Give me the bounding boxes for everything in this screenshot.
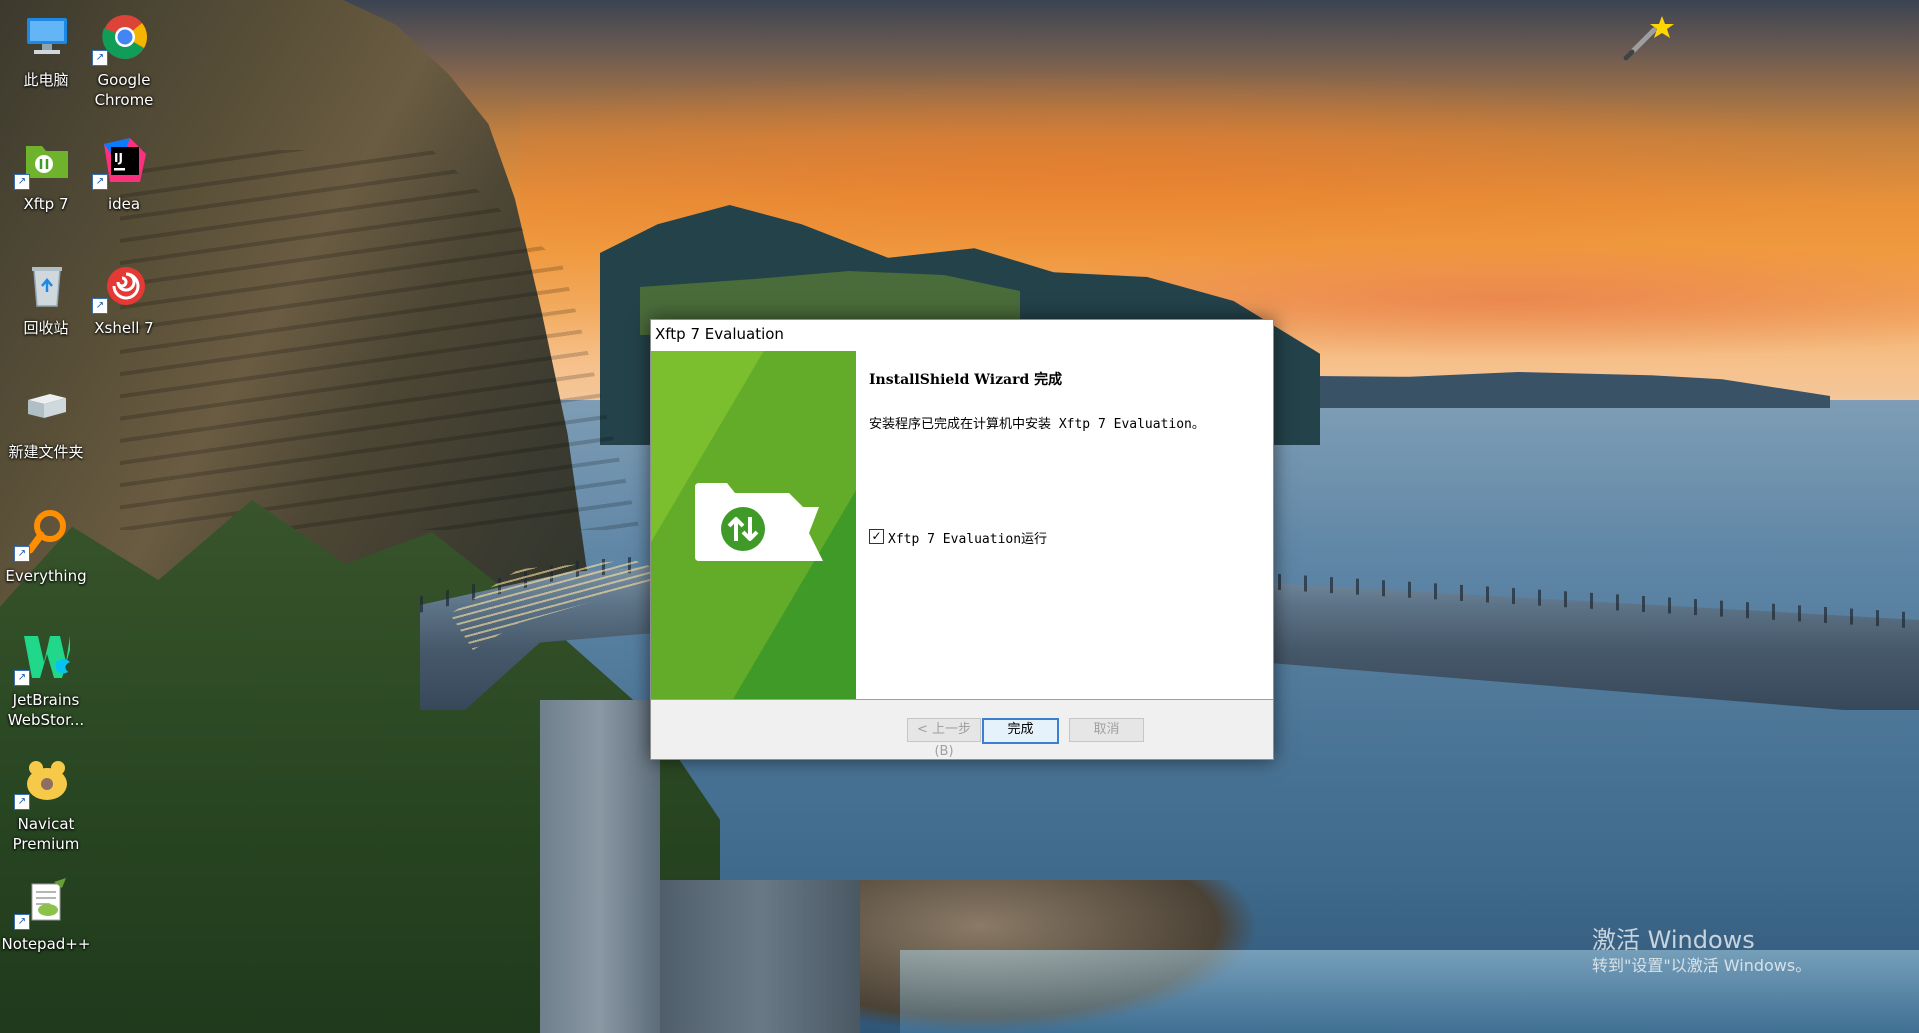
desktop-icon-navicat[interactable]: ↗ Navicat Premium: [0, 750, 92, 860]
desktop-icon-idea[interactable]: IJ ↗ idea: [78, 130, 170, 240]
dialog-message: 安装程序已完成在计算机中安装 Xftp 7 Evaluation。: [869, 417, 1205, 432]
computer-icon: [27, 18, 67, 54]
finish-button[interactable]: 完成: [982, 718, 1059, 744]
dialog-footer: < 上一步(B) 完成 取消: [651, 700, 1273, 759]
watermark-title: 激活 Windows: [1592, 926, 1755, 954]
xftp-folder-icon: [695, 483, 823, 561]
cancel-button[interactable]: 取消: [1069, 718, 1144, 742]
desktop-icon-label: idea: [107, 195, 141, 213]
desktop-icon-label: Everything: [5, 567, 87, 585]
desktop-icon-label: Google Chrome: [94, 71, 154, 109]
svg-text:IJ: IJ: [114, 151, 123, 165]
dialog-banner: [651, 351, 856, 699]
recycle-bin-icon: [32, 267, 62, 307]
desktop-icon-label: 新建文件夹: [8, 443, 84, 461]
pen-cursor-icon: [1623, 16, 1674, 61]
run-app-checkbox-label[interactable]: Xftp 7 Evaluation运行: [888, 528, 1047, 547]
dialog-title: Xftp 7 Evaluation: [655, 325, 784, 343]
desktop-icon-label: Xshell 7: [94, 319, 154, 337]
desktop-icon-label: JetBrains WebStor...: [7, 691, 85, 729]
desktop-icon-label: Notepad++: [1, 935, 91, 953]
folder-icon: [28, 394, 66, 418]
dialog-content: InstallShield Wizard 完成 安装程序已完成在计算机中安装 X…: [856, 351, 1273, 699]
shortcut-arrow-icon: ↗: [14, 546, 30, 562]
back-button[interactable]: < 上一步(B): [907, 718, 981, 759]
desktop-icon-everything[interactable]: ↗ Everything: [0, 502, 92, 612]
shortcut-arrow-icon: ↗: [92, 50, 108, 66]
dialog-titlebar[interactable]: Xftp 7 Evaluation: [651, 320, 1273, 350]
shortcut-arrow-icon: ↗: [92, 174, 108, 190]
desktop: 此电脑 ↗ Google Chrome ↗ Xftp 7 IJ ↗ idea 回…: [0, 0, 1919, 1033]
installer-dialog: Xftp 7 Evaluation InstallShield Wizard 完…: [650, 319, 1274, 760]
desktop-icon-webstorm[interactable]: ↗ JetBrains WebStor...: [0, 626, 92, 736]
dialog-heading: InstallShield Wizard 完成: [869, 372, 1063, 388]
desktop-icon-notepadpp[interactable]: ↗ Notepad++: [0, 870, 92, 980]
windows-activation-watermark: 激活 Windows 转到"设置"以激活 Windows。: [1592, 925, 1811, 977]
desktop-icon-label: Navicat Premium: [12, 815, 80, 853]
watermark-subtitle: 转到"设置"以激活 Windows。: [1592, 956, 1812, 975]
shortcut-arrow-icon: ↗: [14, 174, 30, 190]
shortcut-arrow-icon: ↗: [14, 670, 30, 686]
shortcut-arrow-icon: ↗: [14, 914, 30, 930]
shortcut-arrow-icon: ↗: [92, 298, 108, 314]
desktop-icon-xshell[interactable]: ↗ Xshell 7: [78, 254, 170, 364]
wallpaper-bridge-pillar-2: [660, 880, 860, 1033]
desktop-icon-new-folder[interactable]: 新建文件夹: [0, 378, 92, 488]
desktop-icon-google-chrome[interactable]: ↗ Google Chrome: [78, 6, 170, 116]
wallpaper-bridge-pillar: [540, 700, 660, 1033]
shortcut-arrow-icon: ↗: [14, 794, 30, 810]
checkbox-check-icon[interactable]: ✓: [869, 529, 884, 544]
